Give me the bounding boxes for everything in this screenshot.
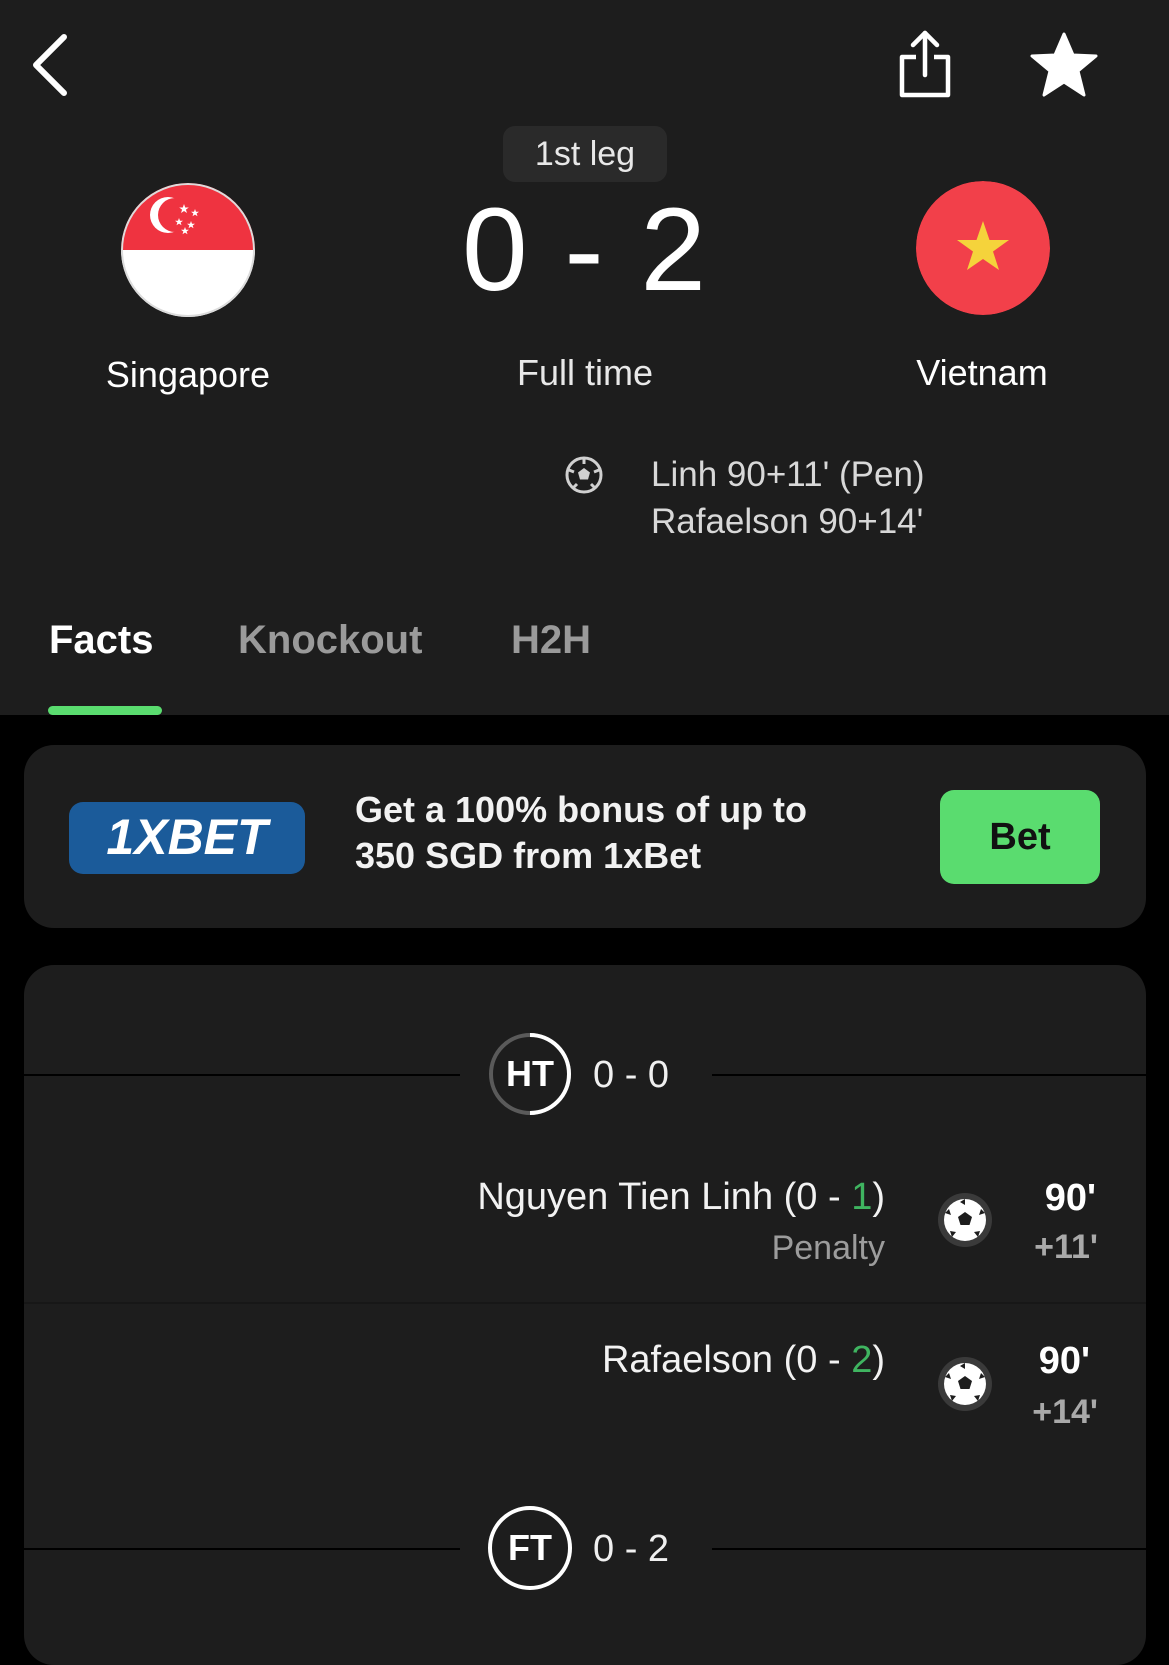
star-icon xyxy=(1030,32,1098,97)
home-team-name[interactable]: Singapore xyxy=(48,354,328,396)
goal-detail: Penalty xyxy=(771,1229,885,1267)
goal-minute: 90' xyxy=(1044,1177,1096,1219)
tab-h2h[interactable]: H2H xyxy=(511,618,591,663)
xbet-logo-graphic: 1XBET xyxy=(106,809,272,865)
goal-score-suffix: ) xyxy=(872,1339,885,1381)
goal-added-time: +11' xyxy=(1034,1228,1098,1266)
goal-scorer-text[interactable]: Rafaelson (0 - 2) xyxy=(602,1339,885,1382)
match-events-card: HT 0 - 0 Nguyen Tien Linh (0 - 1) Penalt… xyxy=(24,965,1146,1665)
goal-score-prefix: (0 - xyxy=(783,1176,852,1218)
goal-score-highlight: 2 xyxy=(851,1339,873,1381)
away-team-name[interactable]: Vietnam xyxy=(842,352,1122,394)
singapore-flag-icon[interactable] xyxy=(121,183,255,317)
bet-button[interactable]: Bet xyxy=(940,790,1100,884)
divider-line xyxy=(24,1074,460,1076)
away-scorer-line: Rafaelson 90+14' xyxy=(651,502,924,541)
share-icon xyxy=(899,30,951,98)
goal-score-suffix: ) xyxy=(872,1176,885,1218)
divider-line xyxy=(24,1548,460,1550)
singapore-flag-graphic xyxy=(121,183,255,317)
halftime-label: HT xyxy=(506,1053,554,1094)
halftime-badge: HT xyxy=(488,1032,572,1116)
tab-knockout[interactable]: Knockout xyxy=(238,618,422,663)
match-status: Full time xyxy=(516,352,654,393)
fulltime-label: FT xyxy=(508,1527,552,1568)
leg-badge: 1st leg xyxy=(503,126,667,182)
fulltime-badge: FT xyxy=(488,1506,572,1590)
tab-facts[interactable]: Facts xyxy=(49,618,154,663)
goal-score-highlight: 1 xyxy=(851,1176,873,1218)
goal-added-time: +14' xyxy=(1032,1393,1098,1431)
divider-line xyxy=(712,1548,1146,1550)
vietnam-flag-graphic xyxy=(916,181,1050,315)
betting-ad-card[interactable]: 1XBET Get a 100% bonus of up to 350 SGD … xyxy=(24,745,1146,928)
match-score: 0 - 2 xyxy=(461,184,709,316)
goal-scorer-name: Nguyen Tien Linh xyxy=(477,1176,774,1218)
soccer-ball-icon xyxy=(938,1193,992,1247)
goal-minute: 90' xyxy=(1038,1340,1090,1382)
back-button[interactable] xyxy=(20,30,80,100)
goal-score-prefix: (0 - xyxy=(783,1339,852,1381)
xbet-logo-text: 1XBET xyxy=(106,809,272,865)
favorite-button[interactable] xyxy=(1025,26,1103,104)
soccer-ball-icon xyxy=(938,1357,992,1411)
vietnam-flag-icon[interactable] xyxy=(916,181,1050,315)
event-divider xyxy=(24,1302,1146,1304)
back-chevron-icon xyxy=(33,34,67,96)
goal-scorer-name: Rafaelson xyxy=(601,1339,774,1381)
fulltime-score: 0 - 2 xyxy=(593,1528,670,1570)
soccer-ball-icon xyxy=(565,456,603,494)
divider-line xyxy=(712,1074,1146,1076)
halftime-score: 0 - 0 xyxy=(593,1054,670,1096)
away-scorer-line: Linh 90+11' (Pen) xyxy=(651,455,925,494)
match-header: 1st leg Singapore 0 - 2 Full time Vietna… xyxy=(0,0,1169,715)
ad-promo-text: Get a 100% bonus of up to 350 SGD from 1… xyxy=(355,787,875,879)
active-tab-indicator xyxy=(48,706,162,715)
ad-text-line-2: 350 SGD from 1xBet xyxy=(355,835,702,876)
ad-text-line-1: Get a 100% bonus of up to xyxy=(355,789,808,830)
goal-scorer-text[interactable]: Nguyen Tien Linh (0 - 1) xyxy=(477,1176,885,1219)
xbet-logo: 1XBET xyxy=(69,802,305,874)
share-button[interactable] xyxy=(890,24,960,104)
